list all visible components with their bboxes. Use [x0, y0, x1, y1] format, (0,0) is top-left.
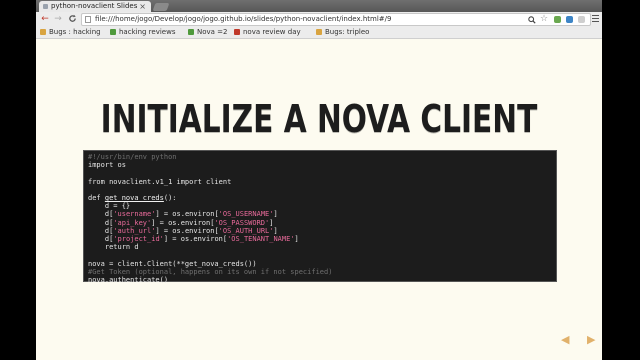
bookmark-icon — [40, 29, 46, 35]
next-slide-arrow-icon[interactable]: ▶ — [587, 333, 595, 346]
bookmark-bugs-tripleo[interactable]: Bugs: tripleo — [316, 26, 369, 38]
code-block: #!/usr/bin/env python import os from nova… — [83, 150, 557, 284]
code-token: (): — [163, 194, 177, 203]
code-token: return d — [88, 243, 139, 252]
code-token: d = {} — [88, 202, 131, 211]
bookmark-icon — [234, 29, 240, 35]
code-token: ] — [294, 235, 299, 244]
tab-title: python-novaclient Slides — [51, 2, 138, 10]
code-token: ] — [269, 218, 274, 227]
bookmark-nova-review-day[interactable]: nova review day — [234, 26, 301, 38]
code-token: 'OS_TENANT_NAME' — [227, 235, 295, 244]
navigation-toolbar: ← → file:///home/jogo/Develop/jogo/jogo.… — [36, 12, 602, 26]
bookmark-label: nova review day — [243, 28, 301, 36]
slide: INITIALIZE A NOVA CLIENT #!/usr/bin/env … — [36, 39, 602, 360]
code-line: def get_nova_creds(): — [88, 194, 552, 202]
code-line: from novaclient.v1_1 import client — [88, 178, 552, 186]
tab-close-icon[interactable]: × — [139, 1, 146, 12]
code-token: 'OS_USERNAME' — [218, 210, 274, 219]
code-token: nova.authenticate() — [88, 276, 169, 285]
bookmark-label: Bugs : hacking — [49, 28, 101, 36]
address-bar[interactable]: file:///home/jogo/Develop/jogo/jogo.gith… — [81, 13, 591, 26]
bookmark-icon — [188, 29, 194, 35]
code-token: ] = os.environ[ — [151, 218, 215, 227]
prev-slide-arrow-icon[interactable]: ◀ — [561, 333, 569, 346]
code-token: ] — [273, 210, 278, 219]
code-token: import os — [88, 161, 126, 170]
bookmark-nova-2[interactable]: Nova =2 — [188, 26, 228, 38]
code-token: ] = os.environ[ — [155, 210, 219, 219]
bookmark-star-icon[interactable]: ☆ — [540, 14, 548, 25]
code-token: get_nova_creds — [104, 194, 164, 203]
bookmarks-bar: Bugs : hacking hacking reviews Nova =2 n… — [36, 26, 602, 39]
code-line: d['username'] = os.environ['OS_USERNAME'… — [88, 210, 552, 218]
code-line: d['project_id'] = os.environ['OS_TENANT_… — [88, 235, 552, 243]
bookmark-label: hacking reviews — [119, 28, 176, 36]
slide-title: INITIALIZE A NOVA CLIENT — [100, 97, 538, 141]
code-token: d[ — [88, 210, 114, 219]
bookmark-icon — [316, 29, 322, 35]
new-tab-button[interactable] — [152, 3, 170, 11]
code-line: d = {} — [88, 202, 552, 210]
browser-window: python-novaclient Slides × ← → file:///h… — [36, 0, 602, 360]
code-token: def — [88, 194, 105, 203]
bookmark-icon — [110, 29, 116, 35]
code-token: ] — [273, 226, 278, 235]
extension-blue-icon[interactable] — [566, 16, 573, 23]
tab-python-novaclient[interactable]: python-novaclient Slides × — [39, 1, 151, 12]
code-token: from novaclient.v1_1 import client — [88, 177, 232, 186]
code-token: #Get Token (optional, happens on its own… — [88, 267, 333, 276]
tab-strip: python-novaclient Slides × — [36, 0, 602, 12]
bookmark-label: Bugs: tripleo — [325, 28, 370, 36]
code-token: ] = os.environ[ — [163, 235, 228, 244]
code-line: import os — [88, 161, 552, 169]
extension-gray-icon[interactable] — [578, 16, 585, 23]
code-token: nova = client.Client(**get_nova_creds()) — [88, 259, 257, 268]
page-favicon-icon — [43, 4, 48, 9]
code-line: d['api_key'] = os.environ['OS_PASSWORD'] — [88, 219, 552, 227]
code-line: nova = client.Client(**get_nova_creds()) — [88, 260, 552, 268]
code-token: 'project_id' — [113, 235, 164, 244]
url-text[interactable]: file:///home/jogo/Develop/jogo/jogo.gith… — [95, 14, 391, 25]
bookmark-label: Nova =2 — [197, 28, 228, 36]
menu-icon[interactable] — [592, 13, 600, 24]
extension-green-icon[interactable] — [554, 16, 561, 23]
forward-arrow-icon[interactable]: → — [52, 12, 64, 26]
code-token: #!/usr/bin/env python — [88, 153, 177, 161]
code-token: 'api_key' — [113, 218, 152, 227]
code-line: nova.authenticate() — [88, 276, 552, 284]
code-line: #Get Token (optional, happens on its own… — [88, 268, 552, 276]
code-token: d[ — [88, 218, 114, 227]
code-token: ] = os.environ[ — [155, 226, 219, 235]
reload-icon[interactable] — [66, 12, 78, 26]
page-icon — [85, 16, 91, 23]
bookmark-bugs-hacking[interactable]: Bugs : hacking — [40, 26, 101, 38]
code-token: 'OS_PASSWORD' — [214, 218, 270, 227]
code-token: 'username' — [113, 210, 156, 219]
code-token: d[ — [88, 226, 114, 235]
code-token: 'OS_AUTH_URL' — [218, 226, 274, 235]
code-token: d[ — [88, 235, 114, 244]
code-line: return d — [88, 243, 552, 251]
bookmark-hacking-reviews[interactable]: hacking reviews — [110, 26, 175, 38]
back-arrow-icon[interactable]: ← — [39, 12, 51, 26]
code-line: d['auth_url'] = os.environ['OS_AUTH_URL'… — [88, 227, 552, 235]
code-line: #!/usr/bin/env python — [88, 153, 552, 161]
code-token: 'auth_url' — [113, 226, 156, 235]
